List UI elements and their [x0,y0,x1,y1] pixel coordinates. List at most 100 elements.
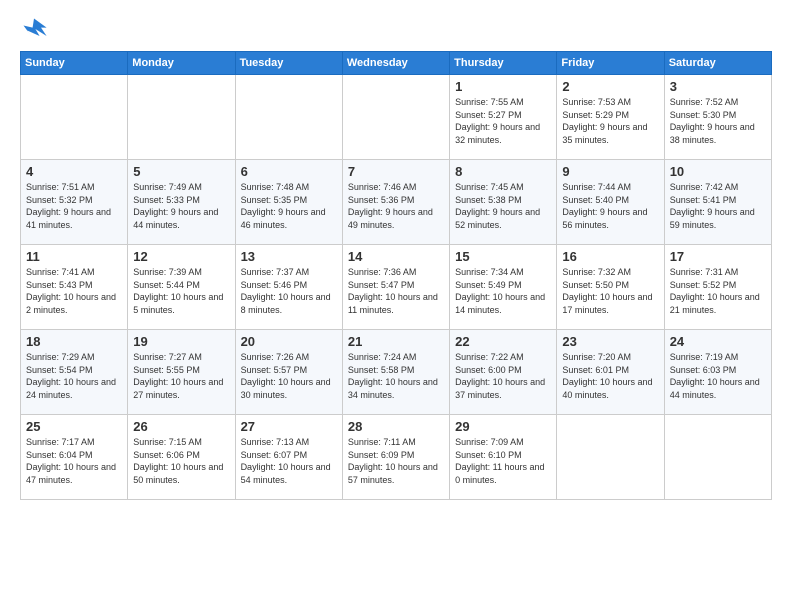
day-number: 17 [670,249,766,264]
day-number: 9 [562,164,658,179]
calendar-cell: 7 Sunrise: 7:46 AM Sunset: 5:36 PM Daylig… [342,160,449,245]
day-info: Sunrise: 7:44 AM Sunset: 5:40 PM Dayligh… [562,181,658,231]
calendar-cell: 17 Sunrise: 7:31 AM Sunset: 5:52 PM Dayli… [664,245,771,330]
day-number: 13 [241,249,337,264]
day-number: 28 [348,419,444,434]
weekday-row: SundayMondayTuesdayWednesdayThursdayFrid… [21,52,772,75]
calendar-cell: 29 Sunrise: 7:09 AM Sunset: 6:10 PM Dayli… [450,415,557,500]
day-number: 10 [670,164,766,179]
day-info: Sunrise: 7:46 AM Sunset: 5:36 PM Dayligh… [348,181,444,231]
day-number: 5 [133,164,229,179]
day-number: 19 [133,334,229,349]
day-info: Sunrise: 7:55 AM Sunset: 5:27 PM Dayligh… [455,96,551,146]
day-info: Sunrise: 7:20 AM Sunset: 6:01 PM Dayligh… [562,351,658,401]
day-info: Sunrise: 7:27 AM Sunset: 5:55 PM Dayligh… [133,351,229,401]
day-info: Sunrise: 7:39 AM Sunset: 5:44 PM Dayligh… [133,266,229,316]
calendar-week-row: 11 Sunrise: 7:41 AM Sunset: 5:43 PM Dayli… [21,245,772,330]
calendar-cell: 28 Sunrise: 7:11 AM Sunset: 6:09 PM Dayli… [342,415,449,500]
day-number: 6 [241,164,337,179]
day-info: Sunrise: 7:31 AM Sunset: 5:52 PM Dayligh… [670,266,766,316]
calendar-cell: 10 Sunrise: 7:42 AM Sunset: 5:41 PM Dayli… [664,160,771,245]
day-info: Sunrise: 7:36 AM Sunset: 5:47 PM Dayligh… [348,266,444,316]
calendar-cell: 27 Sunrise: 7:13 AM Sunset: 6:07 PM Dayli… [235,415,342,500]
day-info: Sunrise: 7:22 AM Sunset: 6:00 PM Dayligh… [455,351,551,401]
calendar-cell: 21 Sunrise: 7:24 AM Sunset: 5:58 PM Dayli… [342,330,449,415]
day-number: 25 [26,419,122,434]
calendar-cell [664,415,771,500]
calendar-cell: 11 Sunrise: 7:41 AM Sunset: 5:43 PM Dayli… [21,245,128,330]
calendar-cell: 9 Sunrise: 7:44 AM Sunset: 5:40 PM Daylig… [557,160,664,245]
calendar-body: 1 Sunrise: 7:55 AM Sunset: 5:27 PM Daylig… [21,75,772,500]
calendar-cell: 15 Sunrise: 7:34 AM Sunset: 5:49 PM Dayli… [450,245,557,330]
day-number: 14 [348,249,444,264]
day-info: Sunrise: 7:29 AM Sunset: 5:54 PM Dayligh… [26,351,122,401]
header [20,15,772,43]
weekday-header: Friday [557,52,664,75]
day-number: 2 [562,79,658,94]
day-info: Sunrise: 7:17 AM Sunset: 6:04 PM Dayligh… [26,436,122,486]
day-number: 27 [241,419,337,434]
calendar-cell: 20Sunrise: 7:26 AM Sunset: 5:57 PM Dayli… [235,330,342,415]
weekday-header: Sunday [21,52,128,75]
calendar-cell: 22 Sunrise: 7:22 AM Sunset: 6:00 PM Dayli… [450,330,557,415]
day-info: Sunrise: 7:48 AM Sunset: 5:35 PM Dayligh… [241,181,337,231]
logo-bird-icon [20,15,48,43]
calendar-cell: 25 Sunrise: 7:17 AM Sunset: 6:04 PM Dayli… [21,415,128,500]
day-number: 22 [455,334,551,349]
calendar-cell: 23Sunrise: 7:20 AM Sunset: 6:01 PM Dayli… [557,330,664,415]
day-info: Sunrise: 7:41 AM Sunset: 5:43 PM Dayligh… [26,266,122,316]
day-info: Sunrise: 7:37 AM Sunset: 5:46 PM Dayligh… [241,266,337,316]
calendar-cell: 24Sunrise: 7:19 AM Sunset: 6:03 PM Dayli… [664,330,771,415]
calendar-cell: 2 Sunrise: 7:53 AM Sunset: 5:29 PM Daylig… [557,75,664,160]
weekday-header: Wednesday [342,52,449,75]
calendar: SundayMondayTuesdayWednesdayThursdayFrid… [20,51,772,500]
day-info: Sunrise: 7:42 AM Sunset: 5:41 PM Dayligh… [670,181,766,231]
day-number: 20 [241,334,337,349]
calendar-cell: 4 Sunrise: 7:51 AM Sunset: 5:32 PM Daylig… [21,160,128,245]
day-number: 21 [348,334,444,349]
day-info: Sunrise: 7:52 AM Sunset: 5:30 PM Dayligh… [670,96,766,146]
calendar-cell [128,75,235,160]
calendar-week-row: 25 Sunrise: 7:17 AM Sunset: 6:04 PM Dayli… [21,415,772,500]
day-number: 12 [133,249,229,264]
day-info: Sunrise: 7:53 AM Sunset: 5:29 PM Dayligh… [562,96,658,146]
day-info: Sunrise: 7:15 AM Sunset: 6:06 PM Dayligh… [133,436,229,486]
calendar-cell [557,415,664,500]
calendar-week-row: 1 Sunrise: 7:55 AM Sunset: 5:27 PM Daylig… [21,75,772,160]
day-number: 24 [670,334,766,349]
calendar-cell [21,75,128,160]
day-number: 1 [455,79,551,94]
day-info: Sunrise: 7:13 AM Sunset: 6:07 PM Dayligh… [241,436,337,486]
page: SundayMondayTuesdayWednesdayThursdayFrid… [0,0,792,612]
day-number: 4 [26,164,122,179]
weekday-header: Monday [128,52,235,75]
day-info: Sunrise: 7:49 AM Sunset: 5:33 PM Dayligh… [133,181,229,231]
day-number: 16 [562,249,658,264]
day-number: 29 [455,419,551,434]
calendar-cell: 3 Sunrise: 7:52 AM Sunset: 5:30 PM Daylig… [664,75,771,160]
day-number: 8 [455,164,551,179]
day-info: Sunrise: 7:24 AM Sunset: 5:58 PM Dayligh… [348,351,444,401]
calendar-week-row: 4 Sunrise: 7:51 AM Sunset: 5:32 PM Daylig… [21,160,772,245]
calendar-cell: 1 Sunrise: 7:55 AM Sunset: 5:27 PM Daylig… [450,75,557,160]
day-number: 15 [455,249,551,264]
calendar-cell: 8Sunrise: 7:45 AM Sunset: 5:38 PM Daylig… [450,160,557,245]
calendar-header: SundayMondayTuesdayWednesdayThursdayFrid… [21,52,772,75]
calendar-cell: 18Sunrise: 7:29 AM Sunset: 5:54 PM Dayli… [21,330,128,415]
logo [20,15,52,43]
calendar-cell: 12 Sunrise: 7:39 AM Sunset: 5:44 PM Dayli… [128,245,235,330]
day-number: 3 [670,79,766,94]
weekday-header: Thursday [450,52,557,75]
calendar-cell: 5 Sunrise: 7:49 AM Sunset: 5:33 PM Daylig… [128,160,235,245]
day-number: 26 [133,419,229,434]
day-number: 11 [26,249,122,264]
calendar-cell: 26 Sunrise: 7:15 AM Sunset: 6:06 PM Dayli… [128,415,235,500]
day-info: Sunrise: 7:11 AM Sunset: 6:09 PM Dayligh… [348,436,444,486]
day-info: Sunrise: 7:51 AM Sunset: 5:32 PM Dayligh… [26,181,122,231]
day-info: Sunrise: 7:09 AM Sunset: 6:10 PM Dayligh… [455,436,551,486]
calendar-cell: 19 Sunrise: 7:27 AM Sunset: 5:55 PM Dayli… [128,330,235,415]
day-info: Sunrise: 7:32 AM Sunset: 5:50 PM Dayligh… [562,266,658,316]
day-number: 7 [348,164,444,179]
day-info: Sunrise: 7:34 AM Sunset: 5:49 PM Dayligh… [455,266,551,316]
weekday-header: Saturday [664,52,771,75]
